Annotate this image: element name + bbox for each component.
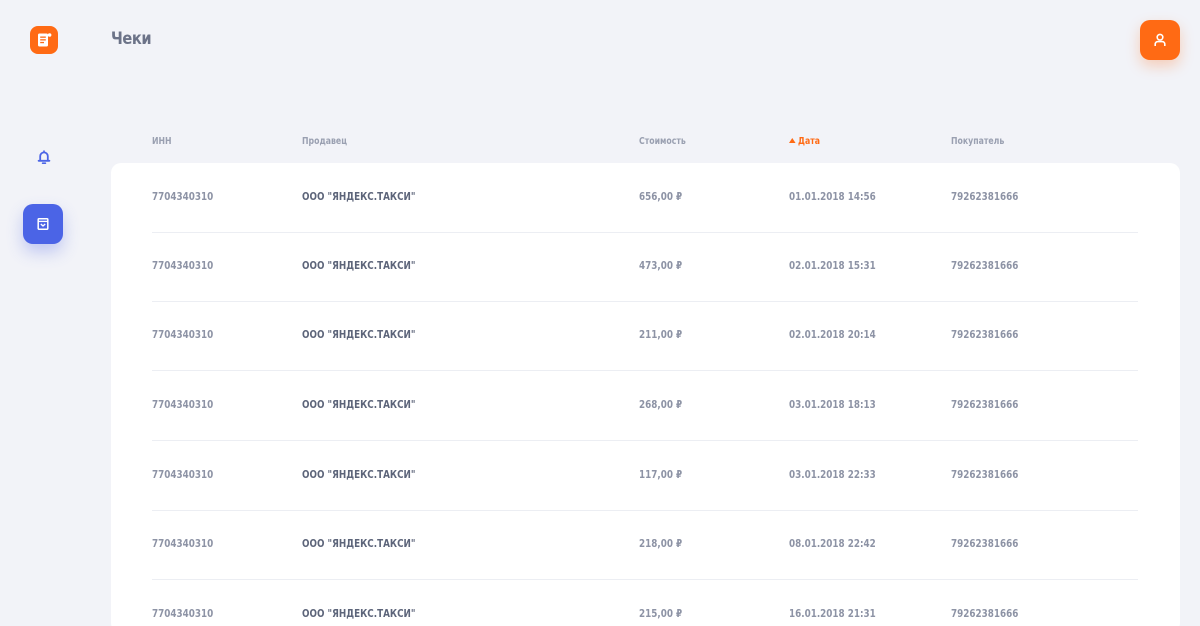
cell-buyer: 79262381666 [951, 328, 1019, 341]
cell-inn: 7704340310 [152, 468, 214, 481]
receipts-table: 7704340310 ООО "ЯНДЕКС.ТАКСИ" 656,00 ₽ 0… [111, 163, 1180, 626]
cell-date: 03.01.2018 18:13 [789, 398, 876, 411]
cell-seller: ООО "ЯНДЕКС.ТАКСИ" [302, 190, 416, 203]
table-row[interactable]: 7704340310 ООО "ЯНДЕКС.ТАКСИ" 117,00 ₽ 0… [152, 441, 1138, 511]
column-header-buyer[interactable]: Покупатель [951, 136, 1004, 147]
column-header-cost[interactable]: Стоимость [639, 136, 686, 147]
cell-inn: 7704340310 [152, 259, 214, 272]
cell-cost: 268,00 ₽ [639, 398, 683, 411]
column-header-inn[interactable]: ИНН [152, 136, 172, 147]
receipt-icon [37, 218, 49, 230]
cell-date: 02.01.2018 15:31 [789, 259, 876, 272]
table-row[interactable]: 7704340310 ООО "ЯНДЕКС.ТАКСИ" 473,00 ₽ 0… [152, 232, 1138, 302]
page-title: Чеки [111, 29, 152, 49]
cell-seller: ООО "ЯНДЕКС.ТАКСИ" [302, 537, 416, 550]
cell-cost: 215,00 ₽ [639, 607, 683, 620]
table-row[interactable]: 7704340310 ООО "ЯНДЕКС.ТАКСИ" 268,00 ₽ 0… [152, 371, 1138, 441]
cell-inn: 7704340310 [152, 537, 214, 550]
cell-buyer: 79262381666 [951, 190, 1019, 203]
sort-ascending-icon [789, 138, 796, 143]
table-row[interactable]: 7704340310 ООО "ЯНДЕКС.ТАКСИ" 211,00 ₽ 0… [152, 301, 1138, 371]
table-row[interactable]: 7704340310 ООО "ЯНДЕКС.ТАКСИ" 215,00 ₽ 1… [152, 580, 1138, 626]
bell-icon [37, 150, 51, 164]
sidebar-item-receipts[interactable] [23, 204, 63, 244]
receipt-logo-icon[interactable] [30, 26, 58, 54]
cell-inn: 7704340310 [152, 398, 214, 411]
cell-date: 03.01.2018 22:33 [789, 468, 876, 481]
cell-seller: ООО "ЯНДЕКС.ТАКСИ" [302, 607, 416, 620]
cell-seller: ООО "ЯНДЕКС.ТАКСИ" [302, 398, 416, 411]
cell-buyer: 79262381666 [951, 537, 1019, 550]
cell-seller: ООО "ЯНДЕКС.ТАКСИ" [302, 259, 416, 272]
cell-cost: 211,00 ₽ [639, 328, 683, 341]
cell-buyer: 79262381666 [951, 468, 1019, 481]
profile-button[interactable] [1140, 20, 1180, 60]
cell-date: 16.01.2018 21:31 [789, 607, 876, 620]
cell-seller: ООО "ЯНДЕКС.ТАКСИ" [302, 328, 416, 341]
table-row[interactable]: 7704340310 ООО "ЯНДЕКС.ТАКСИ" 656,00 ₽ 0… [152, 163, 1138, 233]
cell-inn: 7704340310 [152, 190, 214, 203]
app-root: Чеки ИНН Продавец Стоимость Дата Покупат… [0, 0, 1200, 626]
cell-date: 01.01.2018 14:56 [789, 190, 876, 203]
cell-date: 08.01.2018 22:42 [789, 537, 876, 550]
cell-seller: ООО "ЯНДЕКС.ТАКСИ" [302, 468, 416, 481]
table-row[interactable]: 7704340310 ООО "ЯНДЕКС.ТАКСИ" 218,00 ₽ 0… [152, 510, 1138, 580]
column-header-seller[interactable]: Продавец [302, 136, 347, 147]
cell-buyer: 79262381666 [951, 398, 1019, 411]
cell-inn: 7704340310 [152, 328, 214, 341]
cell-buyer: 79262381666 [951, 259, 1019, 272]
cell-cost: 656,00 ₽ [639, 190, 683, 203]
cell-cost: 473,00 ₽ [639, 259, 683, 272]
cell-inn: 7704340310 [152, 607, 214, 620]
user-icon [1154, 33, 1166, 46]
cell-cost: 218,00 ₽ [639, 537, 683, 550]
cell-date: 02.01.2018 20:14 [789, 328, 876, 341]
cell-cost: 117,00 ₽ [639, 468, 683, 481]
column-header-date-label: Дата [798, 136, 820, 147]
column-header-date[interactable]: Дата [789, 136, 820, 147]
cell-buyer: 79262381666 [951, 607, 1019, 620]
table-header: ИНН Продавец Стоимость Дата Покупатель [0, 136, 1200, 150]
